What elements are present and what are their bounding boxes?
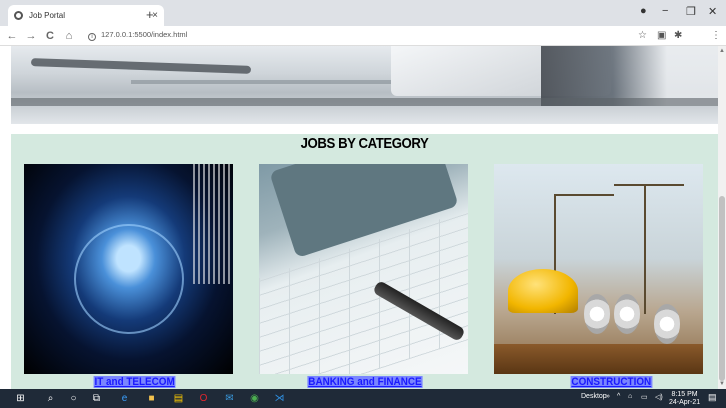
opera-icon[interactable]: O xyxy=(197,392,210,405)
windows-taskbar: ⊞ ⌕ ○ ⧉ e ■ ▤ O ✉ ◉ ⋊ Desktop » ^ ⌂ ▭ ◁)… xyxy=(0,389,726,408)
store-icon[interactable]: ▤ xyxy=(172,392,185,405)
construction-image[interactable] xyxy=(494,164,703,374)
bookmark-star-icon[interactable]: ☆ xyxy=(638,30,647,41)
battery-icon[interactable]: ▭ xyxy=(641,393,648,401)
page-scrollbar[interactable]: ▲ ▼ xyxy=(718,46,726,389)
volume-icon[interactable]: ◁) xyxy=(655,393,663,401)
edge-icon[interactable]: e xyxy=(118,392,131,405)
section-heading: JOBS BY CATEGORY xyxy=(300,135,429,152)
it-telecom-image[interactable] xyxy=(24,164,233,374)
category-link-construction[interactable]: CONSTRUCTION xyxy=(570,376,653,388)
scroll-thumb[interactable] xyxy=(719,196,725,381)
category-link-banking-finance[interactable]: BANKING and FINANCE xyxy=(307,376,423,388)
tray-overflow-icon[interactable]: ^ xyxy=(617,393,620,400)
profile-record-icon[interactable]: ● xyxy=(640,5,647,17)
network-icon[interactable]: ⌂ xyxy=(628,393,632,400)
mail-icon[interactable]: ✉ xyxy=(223,392,236,405)
address-bar: ← → C ⌂ i 127.0.0.1:5500/index.html ☆ ▣ ✱… xyxy=(0,26,726,67)
url-text: 127.0.0.1:5500/index.html xyxy=(101,30,188,39)
url-field[interactable]: i 127.0.0.1:5500/index.html xyxy=(88,30,187,41)
vscode-icon[interactable]: ⋊ xyxy=(273,392,286,405)
new-tab-button[interactable]: + xyxy=(146,7,154,22)
clock-time: 8:15 PM xyxy=(671,391,698,398)
tab-strip: Job Portal × + ● − ❐ ✕ xyxy=(0,0,726,26)
clock-date: 24-Apr-21 xyxy=(669,399,701,406)
notifications-icon[interactable]: ▤ xyxy=(708,392,717,403)
search-icon[interactable]: ⌕ xyxy=(44,392,57,405)
back-button[interactable]: ← xyxy=(5,30,19,42)
page-viewport: JOBS BY CATEGORY IT and TELECOM BANKING … xyxy=(0,46,726,389)
home-button[interactable]: ⌂ xyxy=(62,30,76,42)
scroll-up-icon[interactable]: ▲ xyxy=(719,48,725,54)
clock[interactable]: 8:15 PM 24-Apr-21 xyxy=(669,391,700,407)
windows-start-icon[interactable]: ⊞ xyxy=(14,392,27,405)
close-window-button[interactable]: ✕ xyxy=(708,5,717,18)
chrome-icon[interactable]: ◉ xyxy=(248,392,261,405)
banking-finance-image[interactable] xyxy=(259,164,468,374)
categories-section: JOBS BY CATEGORY IT and TELECOM BANKING … xyxy=(11,134,718,389)
extensions-icon[interactable]: ✱ xyxy=(674,30,682,41)
scroll-down-icon[interactable]: ▼ xyxy=(719,381,725,387)
maximize-button[interactable]: ❐ xyxy=(686,5,696,18)
chrome-favicon-icon xyxy=(14,11,23,20)
category-link-it-telecom[interactable]: IT and TELECOM xyxy=(93,376,176,388)
task-view-icon[interactable]: ⧉ xyxy=(90,392,103,405)
banner-image xyxy=(11,46,718,124)
reload-button[interactable]: C xyxy=(43,30,57,42)
desktop-toolbar-label[interactable]: Desktop xyxy=(581,393,607,400)
menu-icon[interactable]: ⋮ xyxy=(711,30,721,41)
cast-icon[interactable]: ▣ xyxy=(657,30,666,41)
tab-job-portal[interactable]: Job Portal × xyxy=(8,5,164,26)
minimize-button[interactable]: − xyxy=(662,5,668,17)
site-info-icon[interactable]: i xyxy=(88,33,96,41)
toolbar-chevron-icon[interactable]: » xyxy=(606,393,610,400)
file-explorer-icon[interactable]: ■ xyxy=(145,392,158,405)
tab-title: Job Portal xyxy=(29,11,66,20)
forward-button[interactable]: → xyxy=(24,30,38,42)
cortana-icon[interactable]: ○ xyxy=(67,392,80,405)
